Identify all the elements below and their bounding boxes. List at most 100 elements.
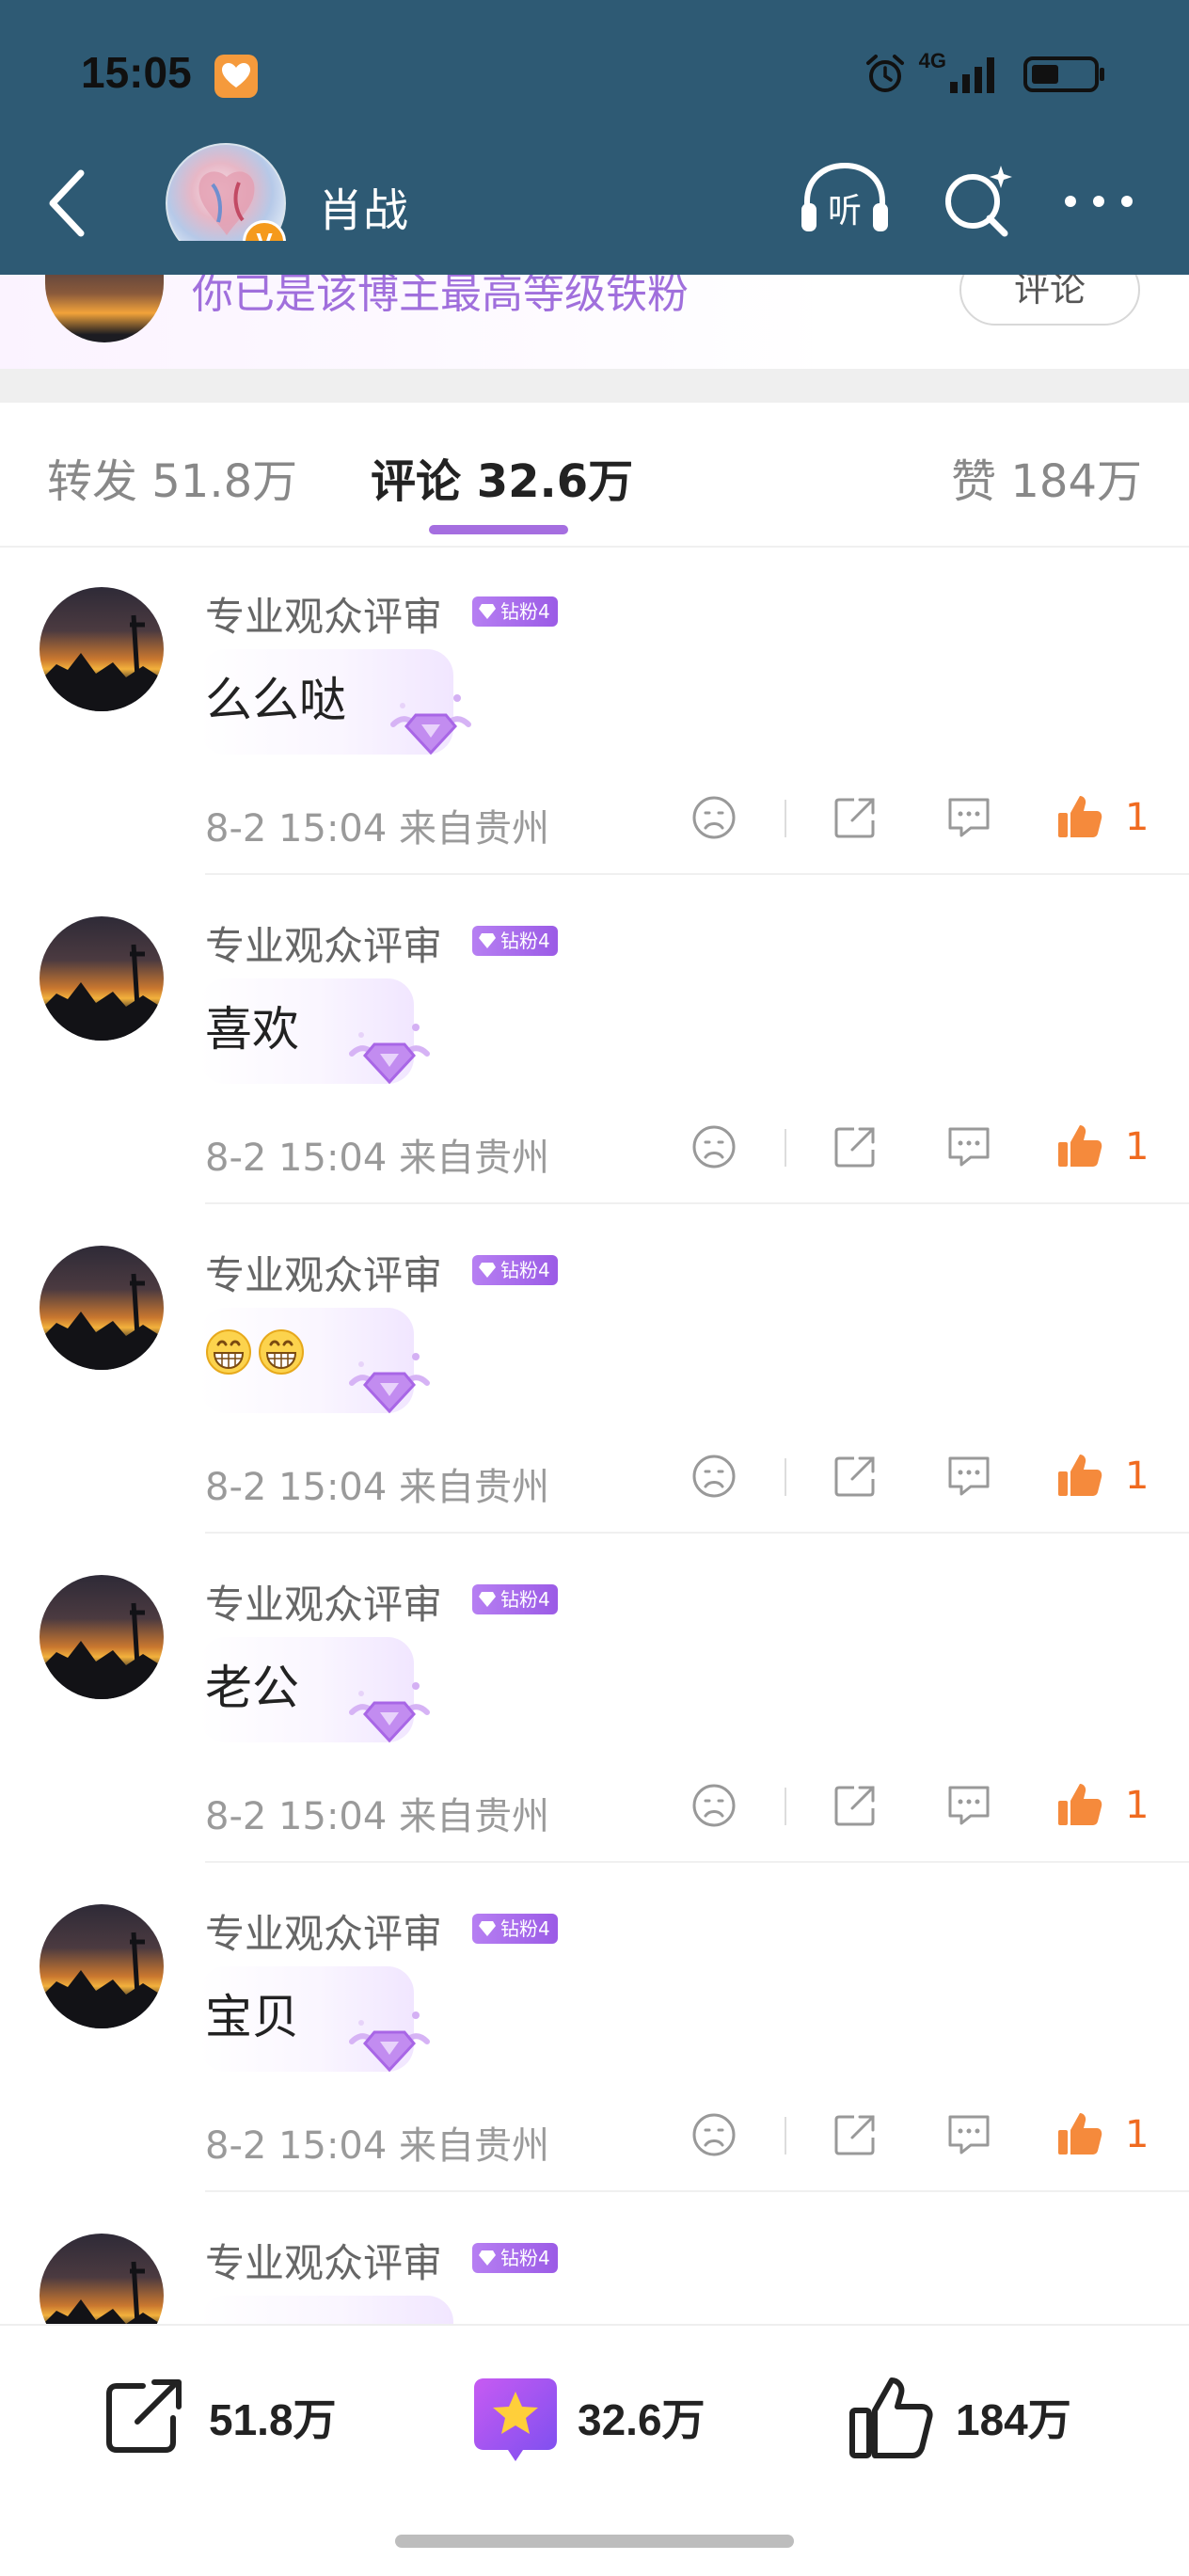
- diamond-decoration-icon: [349, 1024, 430, 1085]
- repost-count[interactable]: 51.8万: [209, 2386, 337, 2448]
- dislike-sad-face-icon[interactable]: [690, 1123, 737, 1170]
- search-icon[interactable]: [941, 160, 1016, 239]
- commenter-name[interactable]: 专业观众评审: [205, 2232, 442, 2289]
- like-total-count[interactable]: 184万: [956, 2386, 1071, 2448]
- share-icon[interactable]: [832, 2111, 879, 2158]
- dislike-sad-face-icon[interactable]: [690, 1782, 737, 1829]
- fan-level-badge: 钻粉4: [472, 2243, 558, 2273]
- status-time: 15:05: [81, 48, 192, 97]
- tab-bar: 转发 51.8万 评论 32.6万 赞 184万: [0, 403, 1189, 548]
- reply-comment-icon[interactable]: [944, 1782, 993, 1829]
- comment-emoji-text: [205, 1321, 310, 1375]
- sheet-edge: [0, 275, 1189, 290]
- page-title[interactable]: 肖战: [318, 173, 408, 239]
- like-count: 1: [1125, 796, 1149, 839]
- repost-icon[interactable]: [103, 2377, 188, 2456]
- tab-reposts[interactable]: 转发 51.8万: [47, 444, 297, 510]
- comment-item: 专业观众评审 钻粉4 老公 8-2 15:04 来自贵州 1: [0, 1534, 1189, 1863]
- more-options-icon[interactable]: [1061, 184, 1136, 218]
- signal-icon: [950, 57, 994, 93]
- thumbs-up-icon[interactable]: [1055, 792, 1104, 841]
- commenter-avatar[interactable]: [40, 1246, 164, 1370]
- fan-level-badge: 钻粉4: [472, 1255, 558, 1285]
- thumbs-up-outline-icon[interactable]: [847, 2373, 935, 2461]
- commenter-avatar[interactable]: [40, 916, 164, 1041]
- diamond-icon: [479, 1921, 496, 1936]
- thumbs-up-icon[interactable]: [1055, 1451, 1104, 1500]
- tab-comments[interactable]: 评论 32.6万: [371, 444, 633, 510]
- comment-count[interactable]: 32.6万: [578, 2386, 705, 2448]
- share-icon[interactable]: [832, 1123, 879, 1170]
- comment-item: 专业观众评审 钻粉4 宝贝 8-2 15:04 来自贵州 1: [0, 1863, 1189, 2192]
- dislike-sad-face-icon[interactable]: [690, 1453, 737, 1500]
- home-indicator[interactable]: [395, 2535, 794, 2548]
- fan-level-label: 钻粉4: [500, 2247, 550, 2269]
- status-icons: 4G: [864, 49, 1106, 98]
- thumbs-up-icon[interactable]: [1055, 2109, 1104, 2158]
- commenter-name[interactable]: 专业观众评审: [205, 1244, 442, 1301]
- like-count: 1: [1125, 2113, 1149, 2156]
- fan-level-label: 钻粉4: [500, 1259, 550, 1281]
- back-arrow-icon[interactable]: [40, 166, 92, 241]
- comment-item: 专业观众评审 钻粉4 么么哒 8-2 15:04 来自贵州 1: [0, 546, 1189, 875]
- share-icon[interactable]: [832, 794, 879, 841]
- action-separator: [785, 2117, 786, 2155]
- health-app-icon: [214, 55, 258, 98]
- diamond-decoration-icon: [349, 1682, 430, 1743]
- fan-level-badge: 钻粉4: [472, 1584, 558, 1614]
- share-icon[interactable]: [832, 1453, 879, 1500]
- fan-level-badge: 钻粉4: [472, 926, 558, 956]
- commenter-avatar[interactable]: [40, 1904, 164, 2028]
- comment-text: 么么哒: [205, 673, 346, 727]
- thumbs-up-icon[interactable]: [1055, 1780, 1104, 1829]
- comment-time-location: 8-2 15:04 来自贵州: [205, 1137, 550, 1180]
- comment-text: 宝贝: [205, 1990, 299, 2044]
- dislike-sad-face-icon[interactable]: [690, 2111, 737, 2158]
- comment-text: 喜欢: [205, 1002, 299, 1057]
- comment-time-location: 8-2 15:04 来自贵州: [205, 1795, 550, 1838]
- fan-status-text: 你已是该博主最高等级铁粉: [192, 270, 689, 318]
- network-type: 4G: [918, 49, 946, 72]
- like-count: 1: [1125, 1455, 1149, 1498]
- comment-item: 专业观众评审 钻粉4 8-2 15:04 来自贵州 1: [0, 1204, 1189, 1534]
- thumbs-up-icon[interactable]: [1055, 1121, 1104, 1170]
- commenter-avatar[interactable]: [40, 587, 164, 711]
- fan-level-label: 钻粉4: [500, 600, 550, 623]
- listen-label: 听: [828, 192, 862, 231]
- diamond-icon: [479, 604, 496, 619]
- reply-comment-icon[interactable]: [944, 1123, 993, 1170]
- reply-comment-icon[interactable]: [944, 794, 993, 841]
- dislike-sad-face-icon[interactable]: [690, 794, 737, 841]
- battery-icon: [1023, 56, 1104, 92]
- comment-text: 老公: [205, 1661, 299, 1715]
- diamond-icon: [479, 933, 496, 948]
- commenter-name[interactable]: 专业观众评审: [205, 1902, 442, 1960]
- comment-time-location: 8-2 15:04 来自贵州: [205, 1466, 550, 1509]
- diamond-decoration-icon: [349, 1353, 430, 1414]
- commenter-name[interactable]: 专业观众评审: [205, 585, 442, 643]
- comment-time-location: 8-2 15:04 来自贵州: [205, 807, 550, 851]
- fan-comment-button[interactable]: 评论: [959, 254, 1140, 326]
- reply-comment-icon[interactable]: [944, 1453, 993, 1500]
- comment-time-location: 8-2 15:04 来自贵州: [205, 2124, 550, 2168]
- section-gap: [0, 369, 1189, 403]
- action-separator: [785, 1458, 786, 1496]
- share-icon[interactable]: [832, 1782, 879, 1829]
- fan-level-badge: 钻粉4: [472, 596, 558, 627]
- commenter-name[interactable]: 专业观众评审: [205, 914, 442, 972]
- alarm-icon: [865, 55, 904, 92]
- comment-star-icon[interactable]: [470, 2375, 561, 2465]
- commenter-name[interactable]: 专业观众评审: [205, 1573, 442, 1630]
- listen-headphones-icon[interactable]: 听: [798, 160, 892, 239]
- diamond-icon: [479, 1263, 496, 1278]
- fan-level-badge: 钻粉4: [472, 1914, 558, 1944]
- tab-likes[interactable]: 赞 184万: [951, 444, 1142, 510]
- top-header: 15:05 4G V 肖战 听: [0, 0, 1189, 275]
- diamond-icon: [479, 2250, 496, 2266]
- grin-emoji-icon: [206, 1328, 251, 1375]
- reply-comment-icon[interactable]: [944, 2111, 993, 2158]
- diamond-decoration-icon: [390, 694, 471, 755]
- like-count: 1: [1125, 1784, 1149, 1827]
- commenter-avatar[interactable]: [40, 1575, 164, 1699]
- action-separator: [785, 1129, 786, 1167]
